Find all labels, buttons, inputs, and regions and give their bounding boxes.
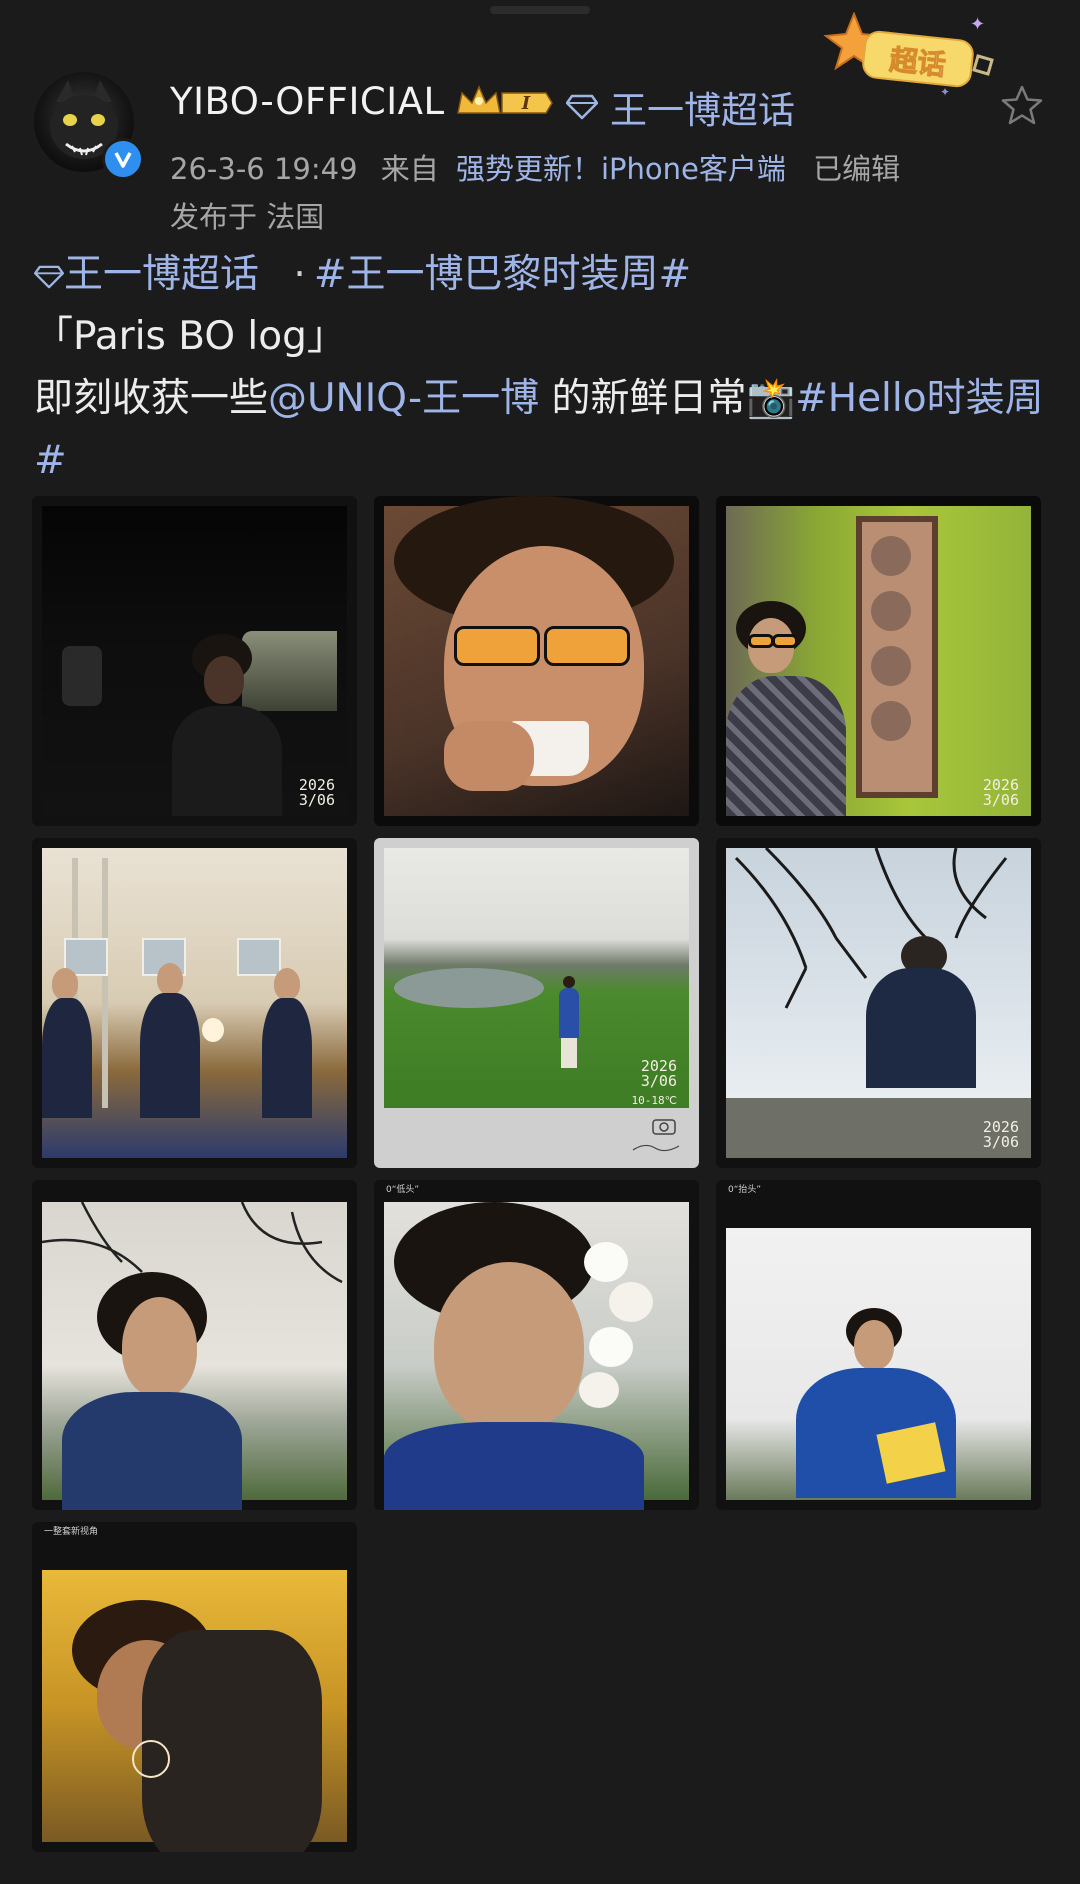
photo-caption: 0“抬头” [728, 1185, 762, 1195]
content-line-3: 即刻收获一些@UNIQ-王一博 的新鲜日常📸#Hello时装周# [34, 368, 1044, 492]
vip-crown-icon: I [457, 85, 553, 114]
photo-thumbnail[interactable] [32, 1180, 357, 1510]
svg-text:✦: ✦ [940, 85, 950, 98]
photo-thumbnail[interactable]: 2026 3/06 [32, 496, 357, 826]
post-meta: 26-3-6 19:49 来自 强势更新！iPhone客户端 已编辑 [170, 146, 914, 188]
diamond-icon [34, 265, 65, 289]
content-text-prefix: 即刻收获一些 [34, 376, 269, 421]
photo-stamp: 2026 3/06 10-18℃ [631, 1057, 677, 1108]
separator: · [293, 252, 306, 297]
content-line-2: 「Paris BO log」 [34, 314, 346, 359]
photo-caption: 0“低头” [386, 1185, 420, 1195]
hashtag-paris-fashion-week[interactable]: #王一博巴黎时装周# [314, 252, 691, 297]
content-text-mid: 的新鲜日常 [539, 376, 747, 421]
camera-flash-emoji-icon: 📸 [746, 376, 796, 421]
photo-caption: 一整套新视角 [44, 1527, 99, 1537]
photo-grid: 2026 3/06 2026 3/06 2026 3/06 10-18℃ 202… [32, 496, 1048, 1856]
photo-thumbnail[interactable]: 2026 3/06 [716, 838, 1041, 1168]
photo-thumbnail[interactable]: 2026 3/06 10-18℃ [374, 838, 699, 1168]
photo-thumbnail[interactable] [374, 496, 699, 826]
favorite-star-icon[interactable] [1000, 84, 1044, 126]
svg-text:✦: ✦ [970, 14, 985, 35]
photo-thumbnail[interactable]: 0“低头” [374, 1180, 699, 1510]
supertopic-badge[interactable]: 超话 ✦ ✦ [820, 12, 1000, 98]
photo-stamp: 2026 3/06 [298, 776, 335, 809]
username[interactable]: YIBO-OFFICIAL [170, 80, 445, 123]
photo-thumbnail[interactable]: 0“抬头” [716, 1180, 1041, 1510]
vip-level: I [521, 93, 531, 114]
post-content: 王一博超话 · #王一博巴黎时装周# 「Paris BO log」 即刻收获一些@… [34, 244, 1044, 492]
supertopic-link[interactable]: 王一博超话 [566, 80, 795, 134]
camera-sketch-icon [632, 1119, 680, 1152]
photo-thumbnail[interactable]: 2026 3/06 [716, 496, 1041, 826]
sheet-handle[interactable] [490, 6, 590, 14]
photo-stamp: 2026 3/06 [982, 776, 1019, 809]
content-line-1: 王一博超话 · #王一博巴黎时装周# [34, 244, 1044, 306]
source-prefix: 来自 [380, 152, 439, 186]
source-link[interactable]: 强势更新！iPhone客户端 [456, 152, 786, 186]
supertopic-badge-text: 超话 [888, 43, 947, 82]
edited-label[interactable]: 已编辑 [813, 152, 900, 186]
content-supertopic-label: 王一博超话 [64, 252, 260, 297]
photo-thumbnail[interactable] [32, 838, 357, 1168]
timestamp: 26-3-6 19:49 [170, 152, 358, 186]
mention-uniq-wangyibo[interactable]: @UNIQ-王一博 [268, 376, 539, 421]
diamond-icon [566, 94, 598, 120]
supertopic-label: 王一博超话 [610, 89, 795, 132]
verified-badge-icon [102, 138, 144, 180]
photo-stamp: 2026 3/06 [982, 1118, 1019, 1151]
content-supertopic-link[interactable]: 王一博超话 [34, 252, 259, 297]
location: 发布于 法国 [170, 200, 325, 234]
photo-thumbnail[interactable]: 一整套新视角 [32, 1522, 357, 1852]
